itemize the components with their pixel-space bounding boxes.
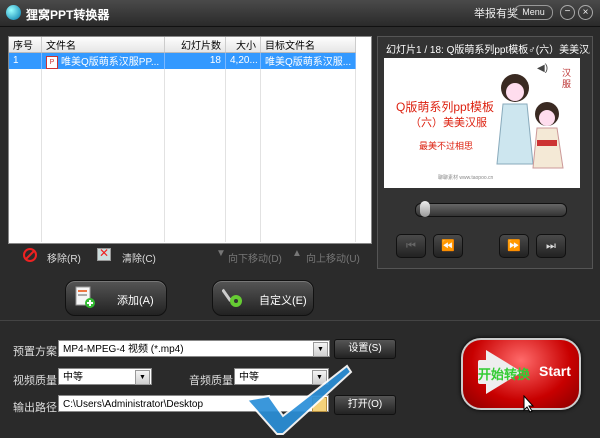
menu-button[interactable]: Menu bbox=[514, 5, 553, 20]
cell-filename: P 唯美Q版萌系汉服PP... bbox=[41, 52, 165, 69]
settings-button[interactable]: 设置(S) bbox=[334, 339, 396, 359]
video-quality-label: 视频质量: bbox=[13, 375, 61, 387]
tools-icon bbox=[222, 288, 242, 307]
table-row[interactable]: 1 P 唯美Q版萌系汉服PP... 18 4,20... 唯美Q版萌系汉服... bbox=[9, 52, 356, 69]
video-quality-select[interactable]: 中等 ▼ bbox=[58, 368, 152, 385]
slide-title: Q版萌系列ppt模板 bbox=[396, 100, 495, 114]
seek-slider[interactable] bbox=[415, 203, 567, 217]
last-slide-button[interactable]: ⏭ bbox=[536, 234, 566, 258]
remove-button[interactable]: 移除(R) bbox=[47, 250, 81, 265]
cell-size: 4,20... bbox=[225, 52, 261, 69]
file-list-table[interactable]: 序号 文件名 幻灯片数 大小 目标文件名 1 P 唯美Q版萌系汉服PP... 18… bbox=[8, 36, 372, 244]
app-title: 狸窝PPT转换器 bbox=[26, 8, 110, 22]
cell-filename-text: 唯美Q版萌系汉服PP... bbox=[61, 57, 160, 68]
arrow-down-icon: ▼ bbox=[216, 248, 226, 259]
move-up-button[interactable]: 向上移动(U) bbox=[306, 250, 360, 265]
chevron-down-icon[interactable]: ▼ bbox=[313, 342, 328, 357]
slide-illustration bbox=[496, 74, 564, 169]
slide-counter: 幻灯片1 / 18: Q版萌系列ppt模板♂(六）美美汉服 bbox=[386, 45, 590, 56]
video-quality-value: 中等 bbox=[63, 372, 83, 383]
add-button-label: 添加(A) bbox=[117, 295, 154, 307]
ppt-file-icon: P bbox=[46, 55, 58, 69]
arrow-up-icon: ▲ bbox=[292, 248, 302, 259]
column-header-size[interactable]: 大小 bbox=[225, 37, 261, 53]
seek-thumb[interactable] bbox=[420, 201, 430, 217]
remove-icon[interactable] bbox=[23, 248, 37, 262]
preset-value: MP4-MPEG-4 视频 (*.mp4) bbox=[63, 344, 184, 355]
close-button[interactable]: × bbox=[578, 5, 593, 20]
preset-select[interactable]: MP4-MPEG-4 视频 (*.mp4) ▼ bbox=[58, 340, 330, 357]
column-header-index[interactable]: 序号 bbox=[9, 37, 42, 53]
checkmark-icon bbox=[245, 364, 353, 435]
mouse-cursor-icon bbox=[523, 395, 535, 413]
audio-quality-label: 音频质量: bbox=[189, 375, 237, 387]
preset-label: 预置方案: bbox=[13, 346, 61, 358]
minimize-button[interactable]: − bbox=[560, 5, 575, 20]
move-down-button[interactable]: 向下移动(D) bbox=[228, 250, 282, 265]
clear-x-icon: ✕ bbox=[99, 246, 110, 260]
slide-tagline: 最美不过相思 bbox=[419, 141, 474, 151]
add-file-icon bbox=[75, 286, 95, 308]
cell-target: 唯美Q版萌系汉服... bbox=[260, 52, 356, 69]
column-header-slides[interactable]: 幻灯片数 bbox=[164, 37, 226, 53]
slide-footer: 聊聊素材 www.taopoo.cn bbox=[438, 175, 494, 181]
output-path-label: 输出路径: bbox=[13, 402, 61, 414]
cell-index: 1 bbox=[9, 52, 42, 69]
chevron-down-icon[interactable]: ▼ bbox=[135, 370, 150, 385]
cell-slides: 18 bbox=[164, 52, 226, 69]
prev-slide-button[interactable]: ⏪ bbox=[433, 234, 463, 258]
slide-subtitle: （六）美美汉服 bbox=[410, 117, 487, 129]
custom-button-label: 自定义(E) bbox=[259, 295, 307, 307]
start-label-cn: 开始转换 bbox=[478, 367, 531, 382]
output-path-value: C:\Users\Administrator\Desktop bbox=[63, 399, 204, 410]
table-header: 序号 文件名 幻灯片数 大小 目标文件名 bbox=[9, 37, 356, 53]
next-slide-button[interactable]: ⏩ bbox=[499, 234, 529, 258]
column-header-filename[interactable]: 文件名 bbox=[41, 37, 165, 53]
report-link[interactable]: 举报有奖 bbox=[474, 5, 518, 21]
start-label-en: Start bbox=[539, 363, 571, 379]
first-slide-button[interactable]: ⏮ bbox=[396, 234, 426, 258]
column-header-target[interactable]: 目标文件名 bbox=[260, 37, 356, 53]
empty-area bbox=[9, 68, 356, 242]
app-logo-icon bbox=[6, 5, 21, 20]
clear-button[interactable]: 清除(C) bbox=[122, 250, 156, 265]
